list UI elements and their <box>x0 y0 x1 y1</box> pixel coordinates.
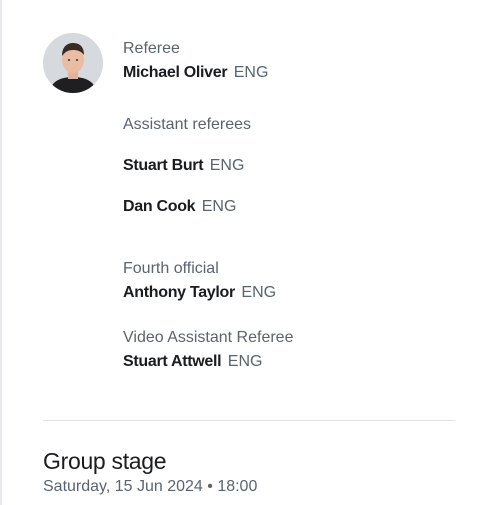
referee-country: ENG <box>233 64 269 81</box>
fourth-official-name[interactable]: Anthony Taylor <box>123 284 235 301</box>
assistant-referee-1: Stuart Burt ENG <box>123 156 244 176</box>
assistant-referees-role-label: Assistant referees <box>123 116 252 133</box>
var-name-line: Stuart Attwell ENG <box>123 352 293 372</box>
referee-photo <box>43 33 103 93</box>
fourth-official-country: ENG <box>241 284 277 301</box>
fourth-official-block: Fourth official Anthony Taylor ENG <box>123 259 276 303</box>
assistant-referees-block: Assistant referees <box>123 115 251 135</box>
referee-name[interactable]: Michael Oliver <box>123 64 228 81</box>
assistant-referee-name-line: Dan Cook ENG <box>123 197 236 217</box>
var-block: Video Assistant Referee Stuart Attwell E… <box>123 328 293 372</box>
assistant-referee-country: ENG <box>209 157 245 174</box>
assistant-referee-2: Dan Cook ENG <box>123 197 236 217</box>
assistant-referee-country: ENG <box>201 198 237 215</box>
assistant-referee-name[interactable]: Dan Cook <box>123 198 196 215</box>
fourth-official-role-label: Fourth official <box>123 260 219 277</box>
var-role-label: Video Assistant Referee <box>123 329 294 346</box>
assistant-referee-name[interactable]: Stuart Burt <box>123 157 204 174</box>
referee-role-label: Referee <box>123 40 180 57</box>
referee-name-line: Michael Oliver ENG <box>123 63 268 83</box>
var-country: ENG <box>227 353 263 370</box>
section-divider <box>43 420 455 421</box>
referee-avatar <box>43 33 103 93</box>
assistant-referee-name-line: Stuart Burt ENG <box>123 156 244 176</box>
match-datetime: Saturday, 15 Jun 2024 • 18:00 <box>43 478 258 495</box>
panel-left-border <box>0 0 2 505</box>
fourth-official-name-line: Anthony Taylor ENG <box>123 283 276 303</box>
var-name[interactable]: Stuart Attwell <box>123 353 222 370</box>
match-stage-title: Group stage <box>43 448 167 474</box>
referee-block: Referee Michael Oliver ENG <box>123 39 268 83</box>
